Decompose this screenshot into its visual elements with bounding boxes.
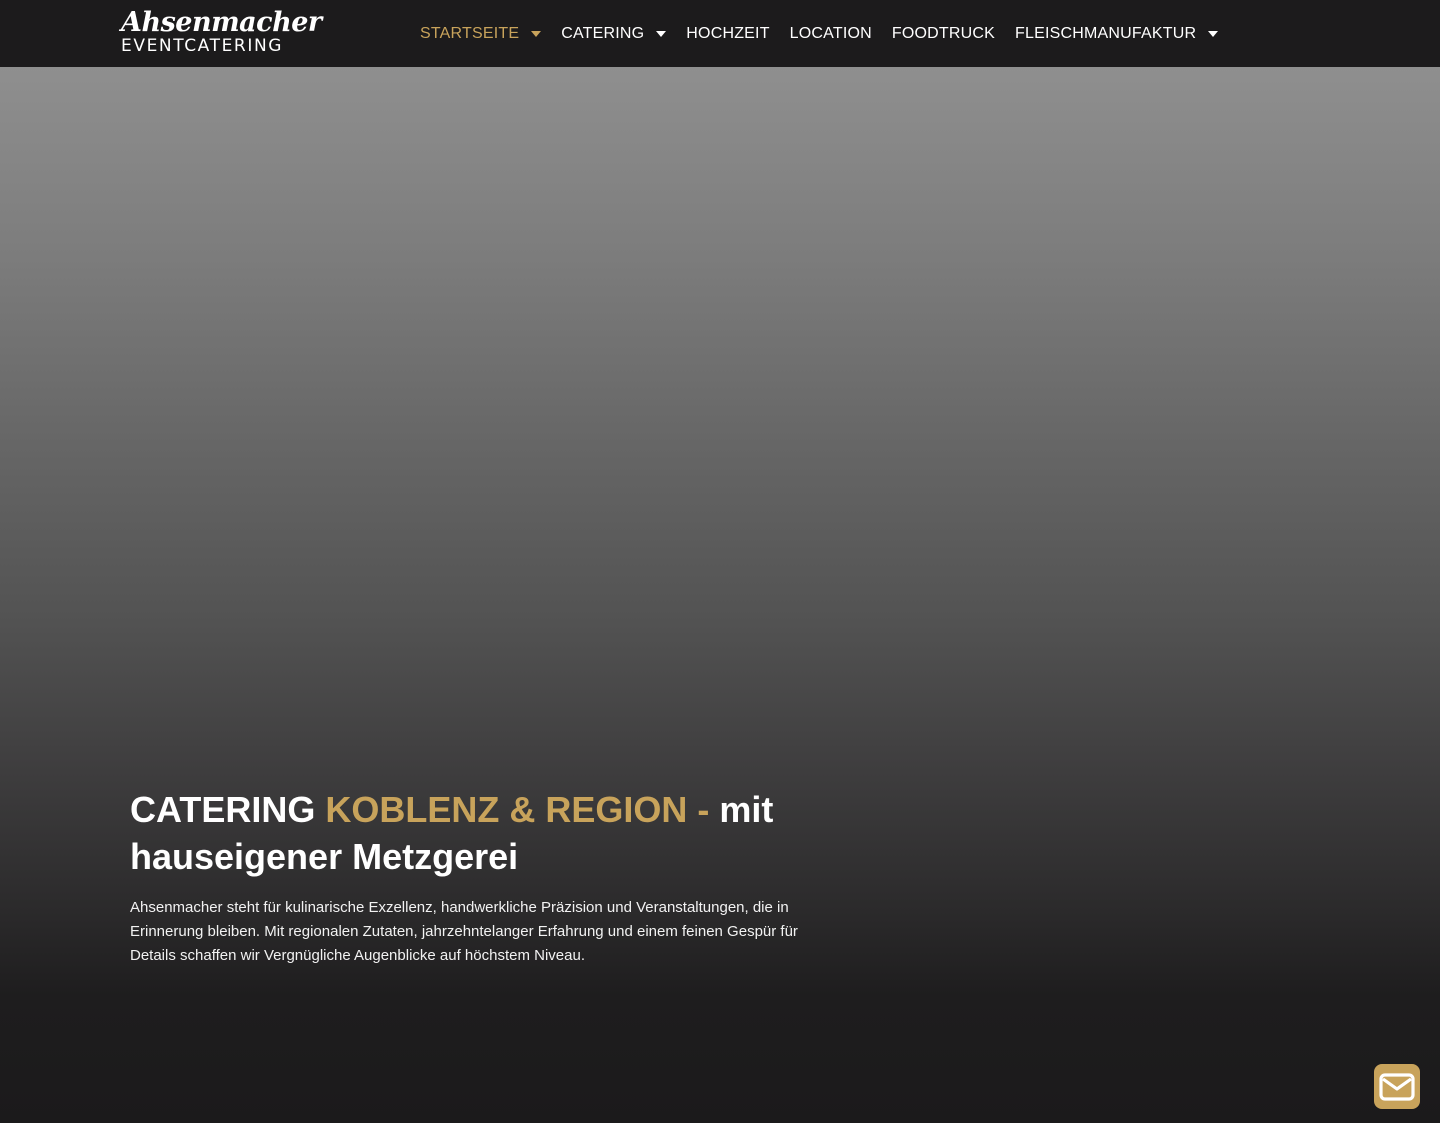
nav-item-startseite[interactable]: STARTSEITE (410, 0, 551, 67)
brand-logo-script: Ahsenmacher (121, 7, 322, 38)
nav-item-fleischmanufaktur[interactable]: FLEISCHMANUFAKTUR (1005, 0, 1228, 67)
caret-down-icon[interactable] (531, 30, 542, 37)
brand-logo-subtitle: EVENTCATERING (121, 36, 284, 56)
nav-item-label: FLEISCHMANUFAKTUR (1015, 24, 1197, 42)
main-navigation: STARTSEITE CATERING HOCHZEIT LOCATION FO… (410, 0, 1228, 67)
site-header: Ahsenmacher EVENTCATERING STARTSEITE CAT… (0, 0, 1440, 67)
nav-item-location[interactable]: LOCATION (780, 0, 882, 67)
hero-title: CATERING KOBLENZ & REGION - mit hauseige… (130, 786, 850, 880)
brand-logo[interactable]: Ahsenmacher EVENTCATERING (121, 7, 322, 59)
nav-item-hochzeit[interactable]: HOCHZEIT (676, 0, 779, 67)
nav-item-label: FOODTRUCK (891, 24, 996, 42)
nav-item-label: LOCATION (789, 24, 872, 42)
contact-button[interactable] (1374, 1064, 1420, 1109)
nav-item-label: HOCHZEIT (686, 24, 770, 42)
nav-item-label: STARTSEITE (420, 24, 520, 42)
hero-title-accent: KOBLENZ & REGION - (325, 789, 720, 830)
nav-item-catering[interactable]: CATERING (551, 0, 676, 67)
nav-item-foodtruck[interactable]: FOODTRUCK (882, 0, 1005, 67)
hero-title-part1: CATERING (130, 789, 326, 830)
nav-item-label: CATERING (561, 24, 645, 42)
caret-down-icon[interactable] (656, 30, 667, 37)
caret-down-icon[interactable] (1208, 30, 1219, 37)
hero-description: Ahsenmacher steht für kulinarische Exzel… (130, 899, 798, 964)
envelope-icon (1379, 1072, 1415, 1101)
